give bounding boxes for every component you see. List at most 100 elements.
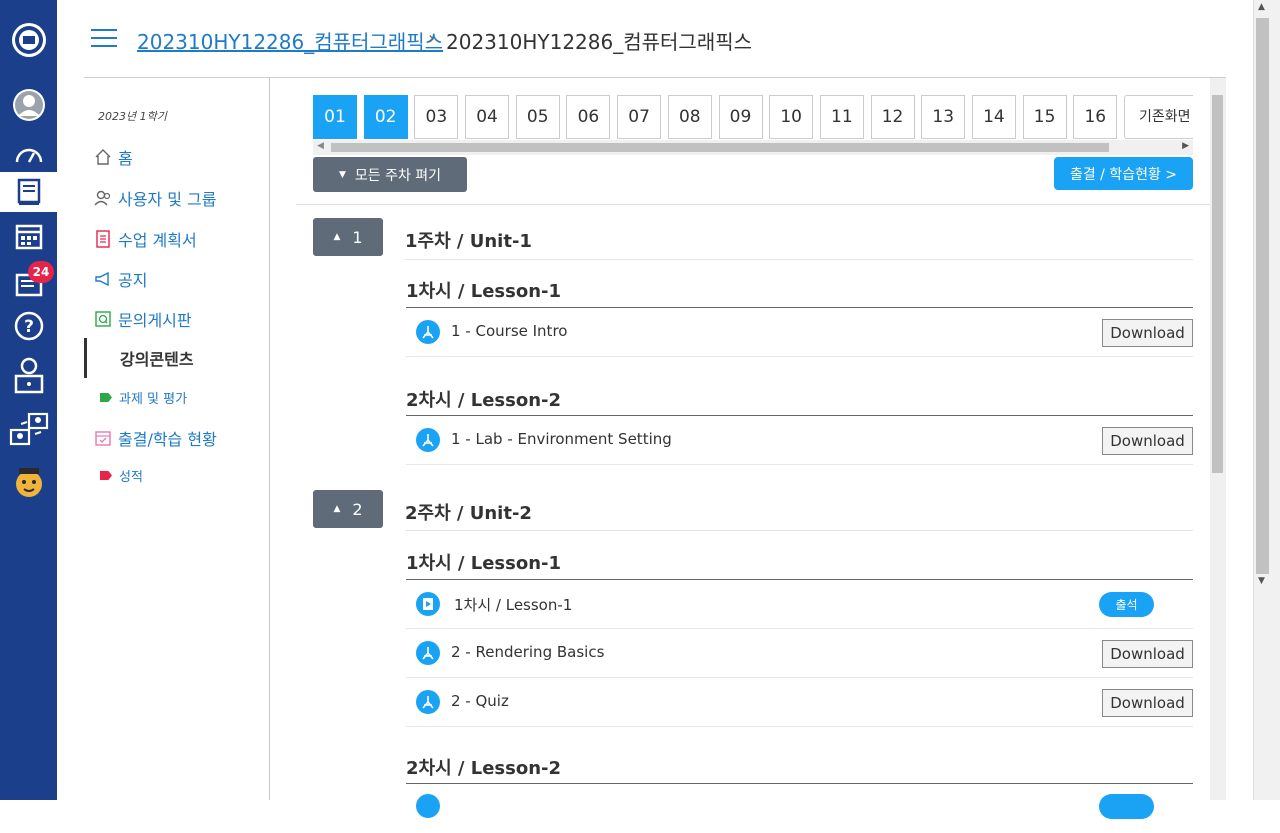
attendance-status-button[interactable]: 출결 / 학습현황 > bbox=[1054, 157, 1193, 190]
university-logo-icon[interactable] bbox=[0, 20, 57, 60]
week-tab[interactable]: 03 bbox=[414, 95, 459, 139]
sidebar-item-label: 강의콘텐츠 bbox=[120, 350, 194, 369]
week-tab[interactable]: 08 bbox=[667, 95, 712, 139]
caret-down-icon: ▼ bbox=[338, 169, 346, 180]
sidebar-item-lecture-content[interactable]: 강의콘텐츠 bbox=[84, 338, 270, 378]
scroll-down-icon[interactable]: ▼ bbox=[1258, 576, 1265, 586]
megaphone-icon bbox=[94, 270, 112, 288]
breadcrumb-current: 202310HY12286_컴퓨터그래픽스 bbox=[446, 30, 753, 54]
week-tab[interactable]: 10 bbox=[769, 95, 814, 139]
unit-toggle-button[interactable]: ▲ 1 bbox=[313, 218, 383, 256]
item-label[interactable]: 1차시 / Lesson-1 bbox=[454, 594, 572, 615]
list-item: 1 - Lab - Environment Setting Download bbox=[406, 416, 1193, 465]
sidebar-item-notice[interactable]: 공지 bbox=[94, 267, 147, 291]
mascot-icon[interactable] bbox=[0, 462, 57, 502]
svg-text:?: ? bbox=[24, 317, 34, 337]
page-header: 202310HY12286_컴퓨터그래픽스 › 202310HY12286_컴퓨… bbox=[57, 0, 1253, 78]
scrollbar-thumb[interactable] bbox=[331, 143, 1109, 152]
scroll-up-icon[interactable]: ▲ bbox=[1258, 2, 1265, 12]
week-tab[interactable]: 14 bbox=[971, 95, 1016, 139]
sidebar-item-qna[interactable]: 문의게시판 bbox=[94, 307, 192, 331]
lesson-title: 1차시 / Lesson-1 bbox=[406, 553, 562, 574]
list-item: 1 - Course Intro Download bbox=[406, 308, 1193, 357]
content-vertical-scrollbar[interactable] bbox=[1210, 78, 1226, 800]
sidebar-item-label: 수업 계획서 bbox=[118, 231, 197, 250]
download-button[interactable]: Download bbox=[1102, 427, 1193, 455]
courses-icon[interactable] bbox=[0, 172, 57, 212]
attendance-badge: 출석 bbox=[1099, 592, 1154, 617]
sidebar-item-syllabus[interactable]: 수업 계획서 bbox=[94, 227, 197, 251]
week-tab[interactable]: 12 bbox=[870, 95, 915, 139]
unit-divider bbox=[405, 530, 1193, 531]
help-icon[interactable]: ? bbox=[0, 306, 57, 346]
week-tab[interactable]: 01 bbox=[313, 95, 357, 139]
item-label[interactable]: 2 - Rendering Basics bbox=[451, 643, 604, 661]
lesson-title: 1차시 / Lesson-1 bbox=[406, 281, 562, 302]
main-content: 01 02 03 04 05 06 07 08 09 10 11 12 13 14 15 16 기존화면 ◀ ▶… bbox=[270, 78, 1210, 819]
default-view-button[interactable]: 기존화면 bbox=[1124, 95, 1193, 139]
download-button[interactable]: Download bbox=[1102, 689, 1193, 717]
sidebar-item-users[interactable]: 사용자 및 그룹 bbox=[94, 186, 217, 210]
week-tab[interactable]: 09 bbox=[718, 95, 763, 139]
item-label[interactable]: 1 - Lab - Environment Setting bbox=[451, 430, 672, 448]
download-button[interactable]: Download bbox=[1102, 640, 1193, 668]
week-tab[interactable]: 05 bbox=[515, 95, 560, 139]
notification-badge: 24 bbox=[28, 261, 54, 283]
scrollbar-thumb[interactable] bbox=[1256, 18, 1269, 574]
pdf-icon bbox=[416, 690, 440, 714]
sidebar-item-home[interactable]: 홈 bbox=[94, 145, 133, 169]
sidebar-item-label: 출결/학습 현황 bbox=[118, 430, 217, 449]
item-label[interactable]: 1 - Course Intro bbox=[451, 322, 567, 340]
list-item: 1차시 / Lesson-1 출석 bbox=[406, 580, 1193, 629]
week-tab[interactable]: 11 bbox=[819, 95, 864, 139]
item-label[interactable]: 2 - Quiz bbox=[451, 692, 509, 710]
online-lecture-icon bbox=[416, 592, 440, 616]
tag-icon bbox=[100, 393, 112, 402]
week-tab[interactable]: 06 bbox=[566, 95, 611, 139]
section-divider bbox=[296, 204, 1210, 205]
week-horizontal-scrollbar[interactable]: ◀ ▶ bbox=[313, 140, 1193, 155]
pdf-icon bbox=[416, 428, 440, 452]
scroll-left-icon[interactable]: ◀ bbox=[317, 141, 324, 151]
attendance-icon bbox=[94, 429, 112, 447]
users-icon bbox=[94, 189, 112, 207]
week-tab[interactable]: 15 bbox=[1022, 95, 1067, 139]
unit-divider bbox=[405, 259, 1193, 260]
profile-icon[interactable] bbox=[0, 85, 57, 125]
qna-icon bbox=[94, 310, 112, 328]
video-conference-icon[interactable] bbox=[0, 410, 57, 450]
caret-up-icon: ▲ bbox=[333, 232, 341, 242]
week-tab[interactable]: 13 bbox=[921, 95, 966, 139]
dashboard-icon[interactable] bbox=[0, 133, 57, 173]
home-icon bbox=[94, 148, 112, 166]
page-vertical-scrollbar[interactable]: ▲ ▼ bbox=[1253, 0, 1280, 800]
week-tab[interactable]: 16 bbox=[1073, 95, 1118, 139]
breadcrumb-separator: › bbox=[428, 28, 436, 49]
sidebar-item-assignments[interactable]: 과제 및 평가 bbox=[94, 388, 187, 407]
sidebar-item-attendance[interactable]: 출결/학습 현황 bbox=[94, 426, 217, 450]
attendance-badge bbox=[1099, 794, 1154, 819]
list-item: 2 - Rendering Basics Download bbox=[406, 629, 1193, 678]
week-tab[interactable]: 07 bbox=[617, 95, 662, 139]
calendar-icon[interactable] bbox=[0, 216, 57, 256]
breadcrumb-course-link[interactable]: 202310HY12286_컴퓨터그래픽스 bbox=[137, 26, 443, 55]
week-tab[interactable]: 04 bbox=[465, 95, 510, 139]
list-item bbox=[406, 784, 1193, 833]
sidebar-item-label: 사용자 및 그룹 bbox=[118, 190, 217, 209]
expand-all-weeks-button[interactable]: ▼ 모든 주차 펴기 bbox=[313, 157, 467, 192]
global-nav-rail: 24 ? bbox=[0, 0, 57, 800]
syllabus-icon bbox=[94, 230, 112, 248]
sidebar-item-grades[interactable]: 성적 bbox=[94, 466, 143, 485]
scroll-right-icon[interactable]: ▶ bbox=[1182, 141, 1189, 151]
download-button[interactable]: Download bbox=[1102, 319, 1193, 347]
menu-toggle-icon[interactable] bbox=[91, 29, 117, 48]
pdf-icon bbox=[416, 320, 440, 344]
unit-toggle-button[interactable]: ▲ 2 bbox=[313, 490, 383, 528]
sidebar-item-label: 홈 bbox=[118, 149, 133, 168]
unit-number: 1 bbox=[352, 227, 363, 247]
scrollbar-thumb[interactable] bbox=[1212, 95, 1223, 473]
term-label: 2023년 1학기 bbox=[98, 110, 167, 123]
sidebar-item-label: 공지 bbox=[118, 271, 148, 290]
week-tab[interactable]: 02 bbox=[363, 95, 408, 139]
online-lecture-icon[interactable] bbox=[0, 355, 57, 395]
